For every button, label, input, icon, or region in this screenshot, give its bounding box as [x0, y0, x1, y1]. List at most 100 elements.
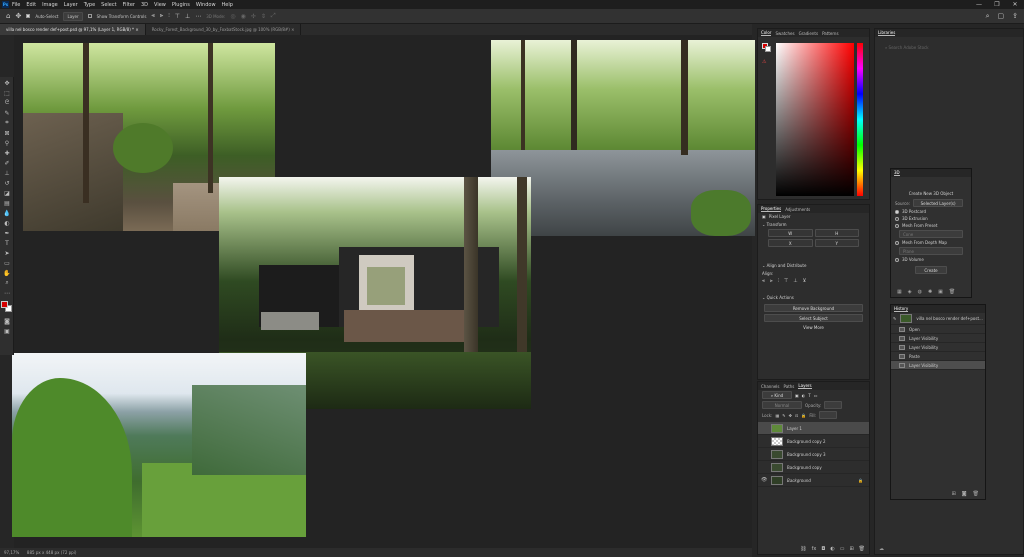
link-layers-icon[interactable]: ⛓: [800, 546, 806, 552]
history-brush-icon[interactable]: ↺: [3, 179, 11, 187]
zoom-tool-icon[interactable]: ⌕: [3, 279, 11, 287]
option-3d-postcard[interactable]: 3D Postcard: [891, 208, 971, 215]
blur-tool-icon[interactable]: 💧: [3, 209, 11, 217]
lock-position-icon[interactable]: ✥: [789, 413, 792, 418]
source-dropdown[interactable]: Selected Layer(s): [913, 199, 964, 207]
history-snapshot[interactable]: ✎ villa nel bosco render def+post...: [891, 313, 985, 325]
opacity-field[interactable]: [824, 401, 843, 409]
canvas-area[interactable]: [12, 35, 755, 548]
color-swatches[interactable]: [1, 301, 13, 313]
option-mesh-preset[interactable]: Mesh From Preset: [891, 222, 971, 229]
close-icon[interactable]: ×: [135, 27, 138, 32]
home-icon[interactable]: ⌂: [6, 12, 10, 20]
adjustment-layer-icon[interactable]: ◐: [830, 546, 834, 552]
roll-3d-icon[interactable]: ◉: [241, 13, 246, 20]
align-heading[interactable]: ⌄ Align and Distribute: [758, 261, 869, 270]
move-tool-icon[interactable]: ✥: [3, 79, 11, 87]
eye-icon[interactable]: 👁: [761, 477, 767, 483]
transform-heading[interactable]: ⌄ Transform: [758, 220, 869, 229]
menu-edit[interactable]: Edit: [26, 2, 36, 8]
menu-help[interactable]: Help: [222, 2, 233, 8]
menu-layer[interactable]: Layer: [64, 2, 78, 8]
width-field[interactable]: W: [768, 229, 813, 237]
libraries-search[interactable]: ⌕ Search Adobe Stock: [881, 43, 1017, 52]
more-tools-icon[interactable]: ⋯: [3, 289, 11, 297]
search-icon[interactable]: ⌕: [986, 12, 990, 21]
eraser-tool-icon[interactable]: ◪: [3, 189, 11, 197]
kind-filter-dropdown[interactable]: ⌕ Kind: [762, 391, 792, 399]
menu-view[interactable]: View: [154, 2, 166, 8]
filter-adjust-icon[interactable]: ◐: [802, 393, 806, 398]
dodge-tool-icon[interactable]: ◐: [3, 219, 11, 227]
tab-layers[interactable]: Layers: [798, 383, 812, 389]
history-item[interactable]: Layer Visibility: [891, 343, 985, 352]
menu-filter[interactable]: Filter: [123, 2, 135, 8]
filter-type-icon[interactable]: T: [808, 393, 810, 398]
libraries-title[interactable]: Libraries: [878, 30, 896, 36]
hand-tool-icon[interactable]: ✋: [3, 269, 11, 277]
light-icon[interactable]: ✺: [928, 289, 932, 295]
lasso-tool-icon[interactable]: ᘓ: [3, 99, 11, 107]
layer-row[interactable]: Background copy: [758, 461, 869, 474]
tab-paths[interactable]: Paths: [784, 384, 795, 389]
tab-gradients[interactable]: Gradients: [799, 31, 819, 36]
lock-all-icon[interactable]: 🔒: [801, 413, 806, 418]
path-select-icon[interactable]: ➤: [3, 249, 11, 257]
history-item[interactable]: Layer Visibility: [891, 334, 985, 343]
x-field[interactable]: X: [768, 239, 813, 247]
tab-properties[interactable]: Properties: [761, 206, 782, 212]
frame-tool-icon[interactable]: ⊠: [3, 129, 11, 137]
lock-transparent-icon[interactable]: ▦: [775, 413, 779, 418]
crop-tool-icon[interactable]: ⌗: [3, 119, 11, 127]
quick-actions-heading[interactable]: ⌄ Quick Actions: [758, 293, 869, 302]
workspace-icon[interactable]: ▢: [998, 12, 1005, 21]
view-more-button[interactable]: View More: [796, 324, 831, 332]
option-depth-map[interactable]: Mesh From Depth Map: [891, 239, 971, 246]
foreground-color-swatch[interactable]: [1, 301, 8, 308]
create-button[interactable]: Create: [915, 266, 947, 274]
layer-row[interactable]: Layer 1: [758, 422, 869, 435]
clone-stamp-icon[interactable]: ⊥: [3, 169, 11, 177]
marquee-tool-icon[interactable]: ⬚: [3, 89, 11, 97]
quick-select-tool-icon[interactable]: ✎: [3, 109, 11, 117]
share-icon[interactable]: ⇪: [1012, 12, 1018, 21]
screen-mode-icon[interactable]: ▣: [3, 327, 11, 335]
slide-3d-icon[interactable]: ⇕: [261, 13, 266, 20]
align-top-edges-icon[interactable]: ⊤: [784, 278, 788, 284]
option-3d-volume[interactable]: 3D Volume: [891, 256, 971, 263]
align-right-icon[interactable]: ⫶: [168, 12, 170, 20]
layer-name[interactable]: Layer 1: [787, 426, 802, 431]
layer-name[interactable]: Background copy: [787, 465, 822, 470]
menu-type[interactable]: Type: [84, 2, 95, 8]
trash-icon[interactable]: 🗑: [859, 546, 865, 552]
healing-brush-icon[interactable]: ✚: [3, 149, 11, 157]
drag-3d-icon[interactable]: ✢: [251, 13, 256, 20]
auto-select-checkbox[interactable]: [26, 14, 31, 18]
filter-shape-icon[interactable]: ▭: [814, 393, 818, 398]
lock-artboard-icon[interactable]: ⊡: [795, 413, 798, 418]
render-icon[interactable]: ▣: [938, 289, 943, 295]
trash-icon[interactable]: 🗑: [973, 491, 979, 497]
align-right-edges-icon[interactable]: ⫶: [778, 278, 779, 284]
type-tool-icon[interactable]: T: [3, 239, 11, 247]
tab-channels[interactable]: Channels: [761, 384, 780, 389]
layer-row[interactable]: Background copy 3: [758, 448, 869, 461]
align-top-icon[interactable]: ⊤: [175, 13, 180, 20]
layer-row[interactable]: 👁 Background 🔒: [758, 474, 869, 487]
layer-name[interactable]: Background copy 3: [787, 452, 826, 457]
layer-row[interactable]: Background copy 2: [758, 435, 869, 448]
align-v-centers-icon[interactable]: ⊥: [793, 278, 797, 284]
pen-tool-icon[interactable]: ✒: [3, 229, 11, 237]
menu-window[interactable]: Window: [196, 2, 216, 8]
restore-button[interactable]: ❐: [988, 0, 1006, 9]
close-button[interactable]: ✕: [1006, 0, 1024, 9]
color-field[interactable]: [776, 43, 854, 196]
history-item[interactable]: Layer Visibility: [891, 361, 985, 370]
libraries-cloud-icon[interactable]: ☁: [879, 546, 884, 552]
photo-mountain-valley[interactable]: [12, 353, 306, 537]
history-item[interactable]: Paste: [891, 352, 985, 361]
menu-3d[interactable]: 3D: [141, 2, 148, 8]
menu-plugins[interactable]: Plugins: [172, 2, 190, 8]
gradient-tool-icon[interactable]: ▤: [3, 199, 11, 207]
history-item[interactable]: Open: [891, 325, 985, 334]
